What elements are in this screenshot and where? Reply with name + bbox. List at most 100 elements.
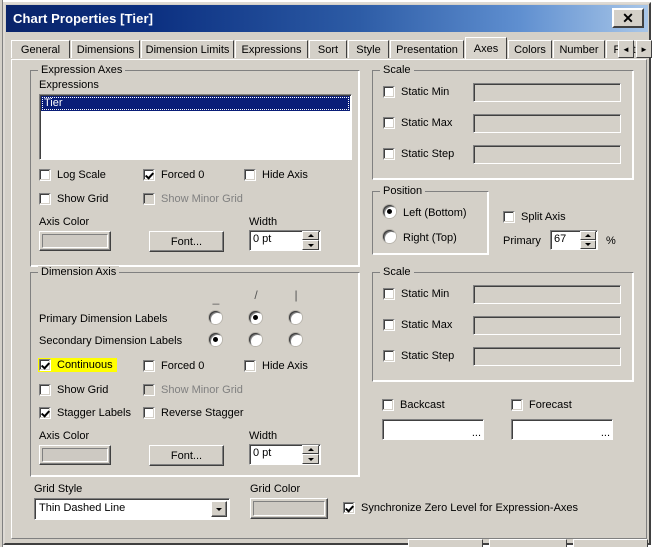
split-axis-checkbox[interactable]: Split Axis (503, 211, 566, 223)
forecast-checkbox[interactable]: Forecast (511, 399, 572, 411)
spinner-buttons[interactable] (580, 231, 596, 249)
dialog-button-partial-2[interactable] (489, 539, 567, 547)
secondary-dim-radio-horizontal[interactable] (209, 333, 222, 346)
spinner-up-icon[interactable] (302, 231, 319, 240)
position-left-bottom-radio[interactable] (383, 205, 396, 218)
position-right-top-radio[interactable] (383, 230, 396, 243)
backcast-checkbox[interactable]: Backcast (382, 399, 445, 411)
close-icon[interactable]: ✕ (612, 8, 644, 28)
expr-show-minor-grid-label: Show Minor Grid (161, 193, 243, 205)
dim-hide-axis-checkbox[interactable]: Hide Axis (244, 360, 308, 372)
primary-label: Primary (503, 235, 541, 247)
dim-width-stepper[interactable]: 0 pt (249, 444, 321, 465)
tab-presentation[interactable]: Presentation (390, 40, 464, 58)
checkbox-disabled-icon (143, 193, 155, 205)
backcast-browse-icon[interactable]: ... (472, 428, 481, 439)
dim-static-min-field[interactable] (473, 285, 621, 304)
dialog-button-partial-3[interactable] (573, 539, 648, 547)
checkbox-icon (383, 319, 395, 331)
grid-color-swatch[interactable] (250, 498, 328, 519)
tab-style[interactable]: Style (348, 40, 389, 58)
list-item[interactable]: Tier (41, 96, 350, 111)
checkbox-disabled-icon (143, 384, 155, 396)
dim-axis-color-swatch[interactable] (39, 445, 111, 465)
expr-font-button[interactable]: Font... (149, 231, 224, 252)
tab-colors[interactable]: Colors (508, 40, 552, 58)
spinner-up-icon[interactable] (580, 231, 596, 240)
expr-width-stepper[interactable]: 0 pt (249, 230, 321, 251)
spinner-buttons[interactable] (302, 445, 319, 464)
tab-dimension-limits[interactable]: Dimension Limits (141, 40, 234, 58)
expr-static-min-field[interactable] (473, 83, 621, 102)
expr-forced-0-checkbox[interactable]: Forced 0 (143, 169, 204, 181)
primary-dim-radio-diagonal[interactable] (249, 311, 262, 324)
checkbox-icon (244, 169, 256, 181)
dim-static-step-checkbox[interactable]: Static Step (383, 350, 454, 362)
tab-general[interactable]: General (11, 40, 70, 58)
expressions-listbox[interactable]: Tier (39, 94, 352, 160)
dim-reverse-stagger-label: Reverse Stagger (161, 407, 244, 419)
forecast-field[interactable]: ... (511, 419, 613, 440)
spinner-buttons[interactable] (302, 231, 319, 250)
tab-scroll-right-icon[interactable]: ► (636, 40, 652, 58)
expr-static-min-checkbox[interactable]: Static Min (383, 86, 449, 98)
spinner-down-icon[interactable] (580, 240, 596, 249)
dim-font-button[interactable]: Font... (149, 445, 224, 466)
expr-hide-axis-checkbox[interactable]: Hide Axis (244, 169, 308, 181)
dim-show-grid-checkbox[interactable]: Show Grid (39, 384, 108, 396)
grid-style-combobox[interactable]: Thin Dashed Line (34, 498, 230, 520)
expression-scale-group-title: Scale (380, 64, 414, 76)
tab-number[interactable]: Number (553, 40, 605, 58)
expr-log-scale-checkbox[interactable]: Log Scale (39, 169, 106, 181)
secondary-dim-radio-diagonal[interactable] (249, 333, 262, 346)
axes-tab-panel: Expression Axes Expressions Tier Log Sca… (11, 59, 647, 539)
expr-show-minor-grid-checkbox: Show Minor Grid (143, 193, 243, 205)
primary-dim-radio-vertical[interactable] (289, 311, 302, 324)
percent-sign: % (606, 235, 616, 247)
primary-dim-radio-horizontal[interactable] (209, 311, 222, 324)
expr-static-max-checkbox[interactable]: Static Max (383, 117, 452, 129)
tab-dimensions[interactable]: Dimensions (71, 40, 140, 58)
dim-static-min-checkbox[interactable]: Static Min (383, 288, 449, 300)
secondary-dim-radio-vertical[interactable] (289, 333, 302, 346)
spinner-down-icon[interactable] (302, 240, 319, 250)
expr-show-grid-label: Show Grid (57, 193, 109, 205)
grid-style-label: Grid Style (34, 483, 83, 495)
spinner-up-icon[interactable] (302, 445, 319, 454)
axis-orientation-diagonal-icon: / (254, 288, 258, 302)
expr-static-step-field[interactable] (473, 145, 621, 164)
expr-axis-color-swatch[interactable] (39, 231, 111, 251)
page-title: Chart Properties [Tier] (13, 11, 154, 26)
dim-static-max-field[interactable] (473, 316, 621, 335)
tab-sort[interactable]: Sort (309, 40, 347, 58)
dimension-scale-group: Scale Static Min Static Max Static Step (372, 266, 634, 382)
expressions-label: Expressions (39, 79, 99, 91)
tab-scroll-left-icon[interactable]: ◄ (618, 40, 634, 58)
expr-show-grid-checkbox[interactable]: Show Grid (39, 193, 108, 205)
dialog-button-partial-1[interactable] (408, 539, 483, 547)
chevron-down-icon[interactable] (211, 501, 227, 517)
expr-static-max-field[interactable] (473, 114, 621, 133)
secondary-dimension-labels-label: Secondary Dimension Labels (39, 335, 183, 347)
position-left-bottom-label: Left (Bottom) (403, 207, 467, 219)
dim-static-step-field[interactable] (473, 347, 621, 366)
checkbox-icon (382, 399, 394, 411)
color-fill (253, 501, 325, 516)
backcast-field[interactable]: ... (382, 419, 484, 440)
chart-properties-dialog: Chart Properties [Tier] ✕ General Dimens… (3, 2, 652, 545)
dim-reverse-stagger-checkbox[interactable]: Reverse Stagger (143, 407, 244, 419)
dim-static-max-checkbox[interactable]: Static Max (383, 319, 452, 331)
tab-strip: General Dimensions Dimension Limits Expr… (11, 37, 645, 59)
sync-zero-level-checkbox[interactable]: Synchronize Zero Level for Expression-Ax… (343, 502, 578, 514)
spinner-down-icon[interactable] (302, 454, 319, 464)
dim-forced-0-checkbox[interactable]: Forced 0 (143, 360, 204, 372)
expr-static-step-checkbox[interactable]: Static Step (383, 148, 454, 160)
dim-stagger-labels-checkbox[interactable]: Stagger Labels (39, 407, 131, 419)
title-bar: Chart Properties [Tier] ✕ (6, 5, 648, 32)
dim-continuous-checkbox[interactable]: Continuous (38, 358, 117, 372)
tab-expressions[interactable]: Expressions (235, 40, 308, 58)
tab-axes[interactable]: Axes (465, 37, 507, 59)
primary-percent-stepper[interactable]: 67 (550, 230, 598, 250)
forecast-browse-icon[interactable]: ... (601, 428, 610, 439)
color-fill (42, 234, 108, 248)
